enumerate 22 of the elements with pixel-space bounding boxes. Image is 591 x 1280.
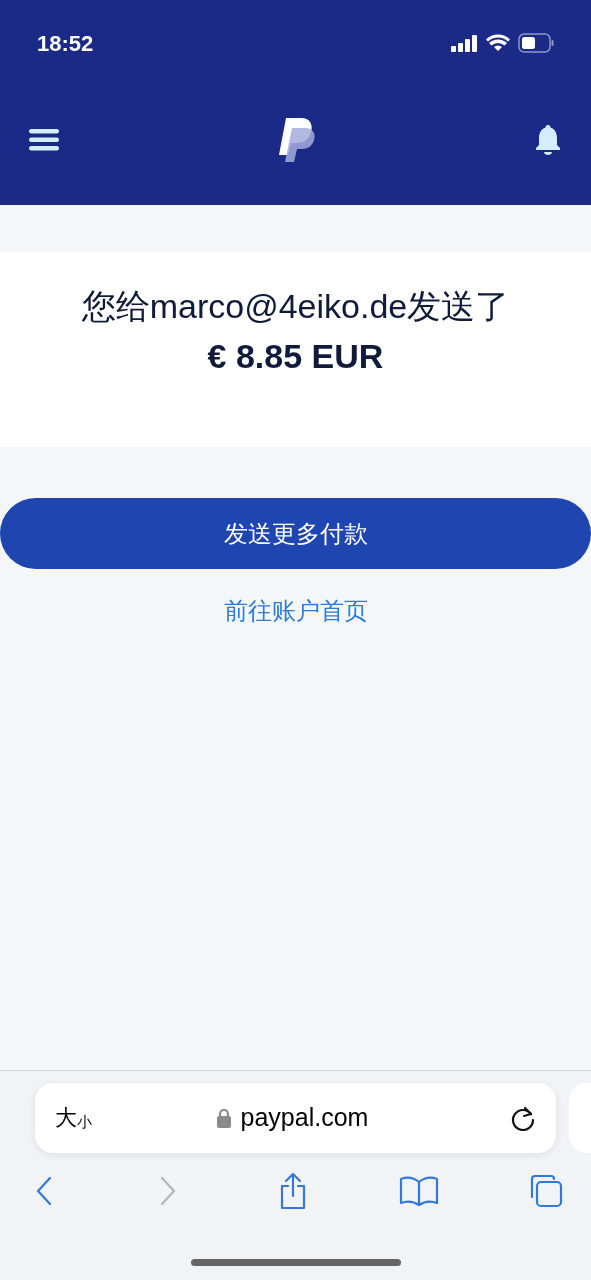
url-text: paypal.com <box>240 1102 369 1134</box>
chevron-left-icon <box>34 1175 54 1207</box>
small-letter: 小 <box>77 1114 92 1129</box>
send-more-button[interactable]: 发送更多付款 <box>0 498 591 569</box>
reload-icon[interactable] <box>510 1105 536 1131</box>
book-icon <box>398 1176 439 1206</box>
large-letter: 大 <box>55 1107 77 1129</box>
address-bar[interactable]: 大小 paypal.com <box>35 1083 556 1153</box>
text-size-button[interactable]: 大小 <box>55 1107 115 1129</box>
account-home-link[interactable]: 前往账户首页 <box>223 593 368 629</box>
logo-icon <box>276 115 317 164</box>
status-time: 18:52 <box>37 29 94 58</box>
menu-button[interactable] <box>29 127 59 152</box>
menu-icon <box>29 128 59 151</box>
notifications-button[interactable] <box>534 123 562 156</box>
wifi-icon <box>486 34 510 52</box>
signal-icon <box>451 34 478 52</box>
amount-text: € 8.85 EUR <box>207 336 384 377</box>
confirmation-message: 您给marco@4eiko.de发送了 <box>81 286 510 327</box>
bell-icon <box>535 124 561 155</box>
battery-icon <box>518 33 554 53</box>
lock-icon <box>216 1108 231 1128</box>
